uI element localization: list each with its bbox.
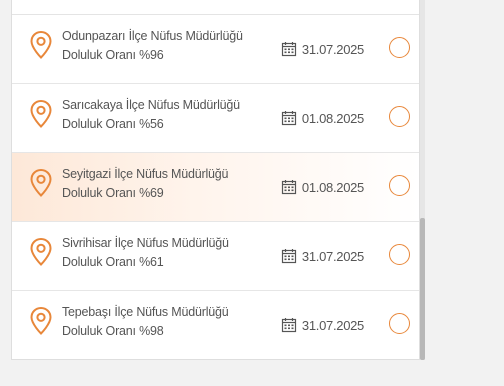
occupancy-rate: Doluluk Oranı %69 <box>62 186 164 200</box>
office-row-tepebasi[interactable]: Tepebaşı İlçe Nüfus Müdürlüğü Doluluk Or… <box>12 291 419 360</box>
office-row-seyitgazi[interactable]: Seyitgazi İlçe Nüfus Müdürlüğü Doluluk O… <box>12 153 419 222</box>
appointment-date: 01.08.2025 <box>281 178 364 196</box>
office-list-panel: Odunpazarı İlçe Nüfus Müdürlüğü Doluluk … <box>11 0 420 360</box>
select-radio[interactable] <box>389 175 410 196</box>
office-row-saricakaya[interactable]: Sarıcakaya İlçe Nüfus Müdürlüğü Doluluk … <box>12 84 419 153</box>
select-radio[interactable] <box>389 313 410 334</box>
select-radio[interactable] <box>389 37 410 58</box>
office-name: Tepebaşı İlçe Nüfus Müdürlüğü <box>62 305 229 319</box>
date-text: 31.07.2025 <box>301 248 364 264</box>
date-text: 31.07.2025 <box>301 317 364 333</box>
calendar-icon <box>281 42 297 57</box>
appointment-date: 31.07.2025 <box>281 247 364 265</box>
calendar-icon <box>281 180 297 195</box>
office-name: Sarıcakaya İlçe Nüfus Müdürlüğü <box>62 98 240 112</box>
map-pin-icon <box>30 168 52 197</box>
map-pin-icon <box>30 306 52 335</box>
office-row-sivrihisar[interactable]: Sivrihisar İlçe Nüfus Müdürlüğü Doluluk … <box>12 222 419 291</box>
date-text: 31.07.2025 <box>301 41 364 57</box>
office-row-odunpazari[interactable]: Odunpazarı İlçe Nüfus Müdürlüğü Doluluk … <box>12 15 419 84</box>
occupancy-rate: Doluluk Oranı %56 <box>62 117 164 131</box>
occupancy-rate: Doluluk Oranı %98 <box>62 324 164 338</box>
occupancy-rate: Doluluk Oranı %96 <box>62 48 164 62</box>
appointment-date: 31.07.2025 <box>281 40 364 58</box>
occupancy-rate: Doluluk Oranı %61 <box>62 255 164 269</box>
calendar-icon <box>281 249 297 264</box>
select-radio[interactable] <box>389 106 410 127</box>
calendar-icon <box>281 318 297 333</box>
office-name: Seyitgazi İlçe Nüfus Müdürlüğü <box>62 167 229 181</box>
office-name: Sivrihisar İlçe Nüfus Müdürlüğü <box>62 236 229 250</box>
scrollbar-thumb[interactable] <box>420 218 425 360</box>
date-text: 01.08.2025 <box>301 179 364 195</box>
map-pin-icon <box>30 237 52 266</box>
map-pin-icon <box>30 99 52 128</box>
office-name: Odunpazarı İlçe Nüfus Müdürlüğü <box>62 29 243 43</box>
calendar-icon <box>281 111 297 126</box>
scrollbar[interactable] <box>420 0 425 360</box>
previous-row-edge <box>12 0 419 15</box>
select-radio[interactable] <box>389 244 410 265</box>
map-pin-icon <box>30 30 52 59</box>
date-text: 01.08.2025 <box>301 110 364 126</box>
appointment-date: 31.07.2025 <box>281 316 364 334</box>
appointment-date: 01.08.2025 <box>281 109 364 127</box>
